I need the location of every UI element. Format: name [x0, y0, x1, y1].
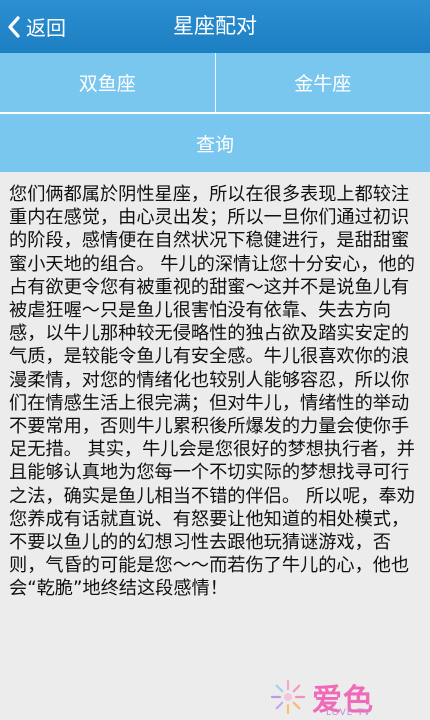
sign-selector-row: 双鱼座 金牛座: [0, 53, 430, 112]
query-button[interactable]: 查询: [0, 114, 430, 172]
back-button[interactable]: 返回: [6, 0, 66, 53]
back-label: 返回: [26, 16, 66, 40]
screen: 返回 星座配对 双鱼座 金牛座 查询 您们俩都属於阴性星座，所以在很多表现上都较…: [0, 0, 430, 720]
first-sign-selector[interactable]: 双鱼座: [0, 53, 215, 112]
watermark-subtitle: LOVE TV: [326, 708, 371, 718]
second-sign-selector[interactable]: 金牛座: [216, 53, 430, 112]
match-result-text: 您们俩都属於阴性星座，所以在很多表现上都较注重内在感觉，由心灵出发；所以一旦你们…: [9, 184, 415, 600]
selector-divider: [214, 53, 216, 112]
chevron-left-icon: [6, 15, 22, 39]
watermark: 爱色 LOVE TV: [268, 675, 418, 719]
top-bar: 返回 星座配对: [0, 0, 430, 53]
flower-logo-icon: [268, 677, 308, 720]
